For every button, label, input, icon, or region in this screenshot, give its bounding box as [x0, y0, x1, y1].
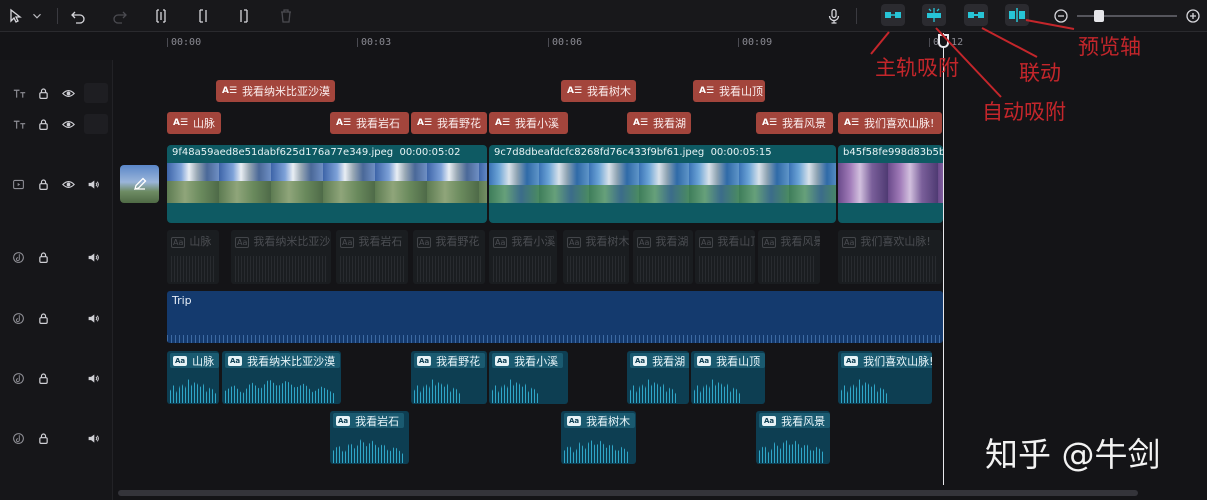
video-editor-timeline: 00:00 00:03 00:06 00:09 00:12: [0, 0, 1207, 500]
annotation-link: 联动: [1019, 61, 1061, 85]
annotation-auto-snap: 自动吸附: [982, 100, 1066, 124]
annotation-preview-axis: 预览轴: [1078, 35, 1141, 59]
annotation-main-track-snap: 主轨吸附: [875, 56, 959, 80]
watermark: 知乎 @牛剑: [985, 435, 1161, 474]
